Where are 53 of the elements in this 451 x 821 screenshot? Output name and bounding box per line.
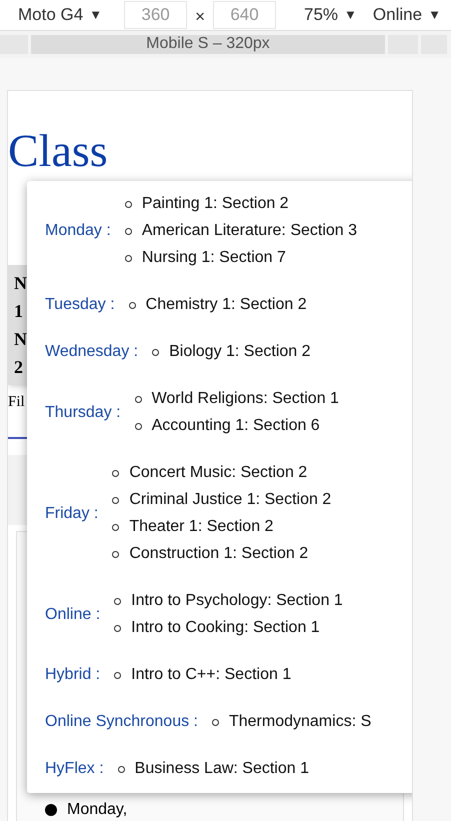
day-label: Monday : (45, 221, 111, 241)
bullet-icon (134, 396, 142, 402)
class-item: Theater 1: Section 2 (129, 517, 274, 537)
day-label: Online Synchronous : (45, 712, 198, 732)
day-label: Wednesday : (45, 342, 138, 362)
class-item: Criminal Justice 1: Section 2 (129, 490, 332, 510)
bullet-icon (124, 228, 132, 234)
info-text: N (14, 272, 27, 294)
page-title: Class (8, 126, 109, 174)
day-label: HyFlex : (45, 759, 104, 779)
bullet-icon (112, 470, 120, 476)
bullet-icon (134, 422, 142, 430)
network-dropdown[interactable]: Online ▼ (368, 2, 445, 28)
info-text: 2 (14, 356, 23, 378)
bullet-icon (128, 302, 136, 308)
device-dropdown[interactable]: Moto G4 ▼ (14, 2, 106, 28)
zoom-dropdown[interactable]: 75% ▼ (300, 2, 361, 28)
class-item: Intro to C++: Section 1 (131, 665, 292, 685)
class-item: Biology 1: Section 2 (169, 342, 311, 362)
card-text: Monday, (67, 800, 128, 820)
class-item: Construction 1: Section 2 (129, 544, 308, 564)
ruler-bar[interactable]: Mobile S – 320px (31, 34, 385, 54)
class-item: Concert Music: Section 2 (129, 463, 308, 483)
day-label: Tuesday : (45, 295, 115, 315)
bullet-icon (112, 496, 120, 504)
class-item: World Religions: Section 1 (152, 389, 339, 409)
class-item: Accounting 1: Section 6 (152, 416, 320, 436)
class-item: Thermodynamics: S (228, 712, 372, 732)
class-item: American Literature: Section 3 (142, 221, 358, 241)
class-item: Painting 1: Section 2 (142, 194, 289, 214)
bullet-icon (124, 254, 132, 262)
bullet-icon (152, 348, 160, 356)
day-label: Hybrid : (45, 665, 100, 685)
bullet-icon (112, 524, 120, 530)
class-item: Nursing 1: Section 7 (142, 248, 286, 268)
bullet-icon (124, 200, 132, 208)
info-text: N (14, 328, 27, 350)
bullet-icon (114, 672, 122, 678)
filter-label: Fil (8, 392, 25, 412)
bullet-icon (112, 550, 120, 558)
bullet-icon (212, 718, 219, 726)
bullet-icon (114, 624, 122, 632)
class-item: Intro to Cooking: Section 1 (131, 618, 320, 638)
day-label: Online : (45, 604, 100, 624)
bullet-icon (114, 598, 122, 604)
class-item: Intro to Psychology: Section 1 (131, 591, 343, 611)
day-label: Thursday : (45, 402, 121, 422)
bullet-icon (118, 766, 125, 772)
times-sign: × (194, 6, 206, 28)
day-label: Friday : (45, 504, 98, 524)
class-item: Business Law: Section 1 (134, 759, 309, 779)
class-item: Chemistry 1: Section 2 (146, 295, 307, 315)
info-text: 1 (14, 300, 23, 322)
